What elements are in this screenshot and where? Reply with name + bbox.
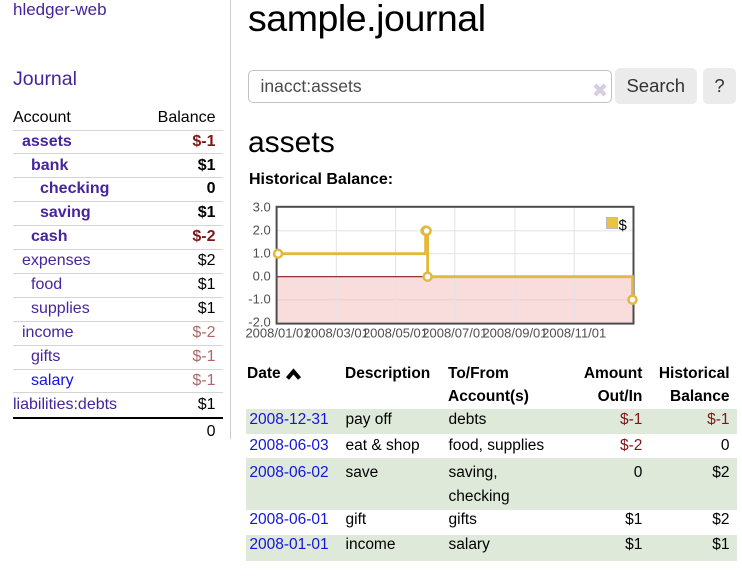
svg-text:2008/09/01: 2008/09/01 xyxy=(482,325,547,340)
svg-text:$: $ xyxy=(619,217,628,234)
svg-text:2008/11/01: 2008/11/01 xyxy=(542,325,606,340)
svg-text:-1.0: -1.0 xyxy=(248,292,270,307)
svg-text:2.0: 2.0 xyxy=(253,223,271,238)
svg-text:2008/03/01: 2008/03/01 xyxy=(304,325,369,340)
svg-text:1.0: 1.0 xyxy=(253,246,271,261)
svg-text:2008/07/01: 2008/07/01 xyxy=(422,325,487,340)
svg-text:0.0: 0.0 xyxy=(253,269,271,284)
svg-text:3.0: 3.0 xyxy=(253,200,271,215)
svg-text:2008/05/01: 2008/05/01 xyxy=(363,325,428,340)
svg-text:2008/01/01: 2008/01/01 xyxy=(245,325,310,340)
